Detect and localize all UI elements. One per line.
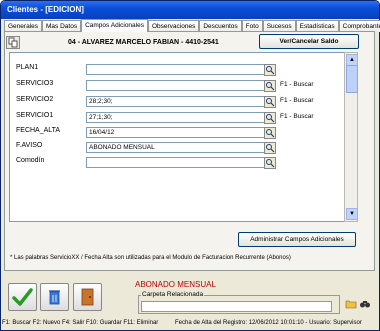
- tab-campos-adicionales[interactable]: Campos Adicionales: [81, 19, 148, 32]
- scroll-thumb[interactable]: [346, 65, 358, 93]
- field-input-comodin[interactable]: [86, 157, 265, 168]
- search-button-servicio2[interactable]: [264, 96, 276, 108]
- field-input-servicio3[interactable]: [86, 80, 265, 91]
- refresh-button[interactable]: [40, 283, 69, 311]
- search-icon: [266, 129, 275, 138]
- checkmark-icon: [12, 288, 33, 306]
- field-input-plan1[interactable]: [86, 64, 265, 75]
- folder-icon: [345, 300, 357, 309]
- footnote: * Las palabras ServicioXX / Fecha Alta s…: [10, 255, 291, 261]
- client-title: 04 - ALVAREZ MARCELO FABIAN - 4410-2541: [68, 39, 219, 46]
- copy-button[interactable]: [6, 36, 20, 49]
- field-label-servicio3: SERVICIO3: [16, 80, 54, 87]
- carpeta-input[interactable]: [141, 301, 332, 312]
- hint-servicio1: F1 - Buscar: [280, 113, 314, 120]
- recycle-icon: [49, 290, 60, 305]
- save-button[interactable]: [8, 283, 37, 311]
- window-title: Clientes - [EDICION]: [1, 1, 379, 19]
- field-input-fecha-alta[interactable]: 16/04/12: [86, 127, 265, 138]
- field-label-servicio2: SERVICIO2: [16, 96, 54, 103]
- ver-cancelar-saldo-button[interactable]: Ver/Cancelar Saldo: [259, 34, 359, 49]
- search-button-fecha-alta[interactable]: [264, 127, 276, 139]
- exit-button[interactable]: [73, 283, 102, 311]
- status-shortcuts: F1: Buscar F2: Nuevo F4: Salir F10: Guar…: [2, 320, 159, 326]
- search-icon: [266, 98, 275, 107]
- search-icon: [266, 82, 275, 91]
- scroll-down-icon[interactable]: ▼: [346, 208, 358, 220]
- search-button-f-aviso[interactable]: [264, 142, 276, 154]
- administrar-campos-button[interactable]: Administrar Campos Adicionales: [238, 232, 356, 247]
- search-button-servicio1[interactable]: [264, 112, 276, 124]
- field-input-servicio1[interactable]: 27;1;30;: [86, 112, 265, 123]
- field-label-plan1: PLAN1: [16, 64, 39, 71]
- abono-label: ABONADO MENSUAL: [135, 280, 216, 289]
- field-label-comodin: Comodín: [16, 157, 45, 164]
- status-info: Fecha de Alta del Registro: 12/06/2012 1…: [175, 320, 362, 326]
- search-icon: [266, 66, 275, 75]
- field-input-f-aviso[interactable]: ABONADO MENSUAL: [86, 142, 265, 153]
- search-button-comodin[interactable]: [264, 157, 276, 169]
- field-label-servicio1: SERVICIO1: [16, 112, 54, 119]
- binoculars-button[interactable]: [359, 298, 371, 310]
- field-label-fecha-alta: FECHA_ALTA: [16, 127, 61, 134]
- hint-servicio2: F1 - Buscar: [280, 97, 314, 104]
- search-button-servicio3[interactable]: [264, 80, 276, 92]
- search-icon: [266, 114, 275, 123]
- status-bar: F1: Buscar F2: Nuevo F4: Salir F10: Guar…: [2, 317, 376, 329]
- field-input-servicio2[interactable]: 28;2;30;: [86, 96, 265, 107]
- vertical-scrollbar[interactable]: ▲ ▼: [344, 52, 358, 222]
- search-button-plan1[interactable]: [264, 64, 276, 76]
- copy-icon: [8, 37, 18, 48]
- hint-servicio3: F1 - Buscar: [280, 81, 314, 88]
- search-icon: [266, 144, 275, 153]
- binoculars-icon: [360, 301, 370, 308]
- open-folder-button[interactable]: [345, 298, 357, 310]
- field-label-f-aviso: F.AVISO: [16, 142, 43, 149]
- search-icon: [266, 159, 275, 168]
- carpeta-label: Carpeta Relacionada: [141, 291, 205, 298]
- exit-door-icon: [81, 288, 94, 306]
